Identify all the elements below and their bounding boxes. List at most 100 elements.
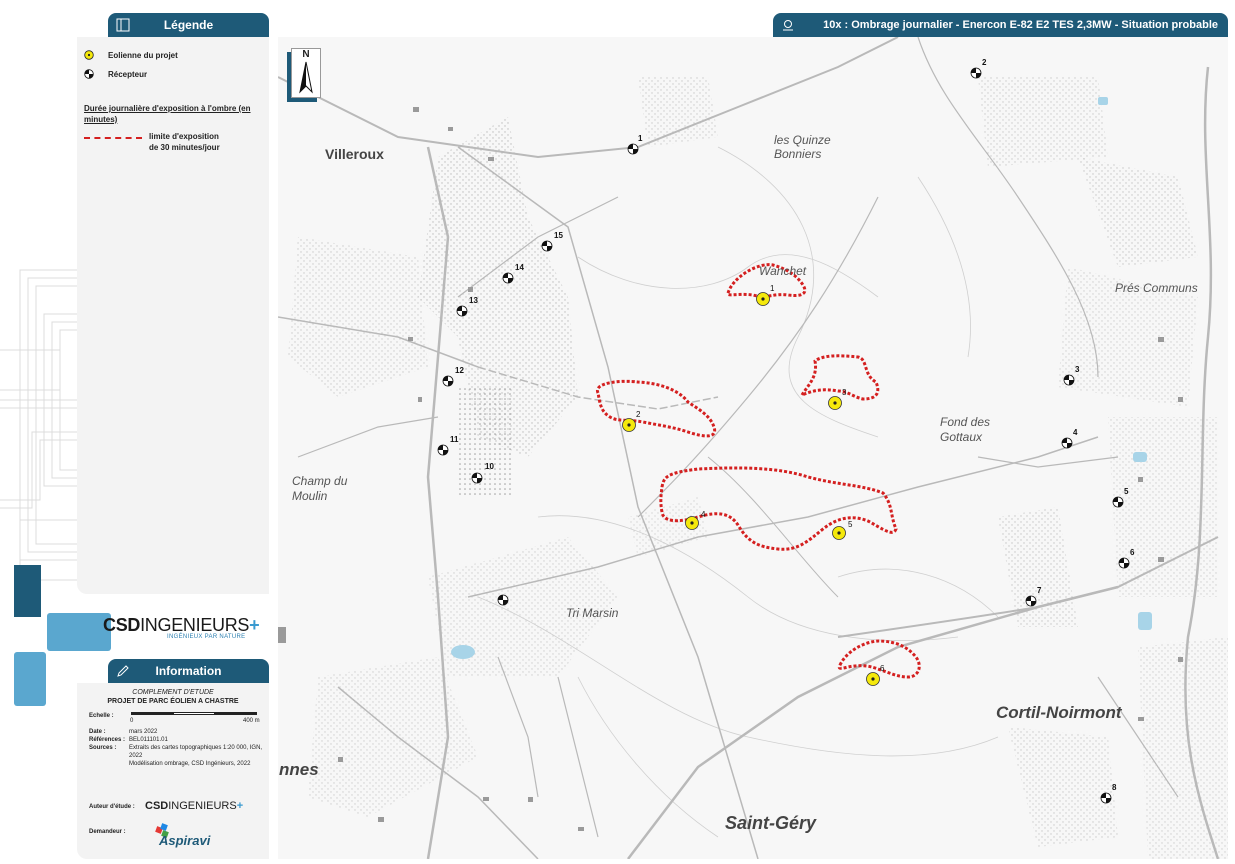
map-title: 10x : Ombrage journalier - Enercon E-82 …	[823, 19, 1218, 31]
info-study-type: COMPLEMENT D'ETUDE	[132, 689, 214, 696]
legend-limit-label-2: de 30 minutes/jour	[149, 143, 220, 152]
receptor-icon	[84, 69, 94, 79]
place-nnes: nnes	[279, 760, 319, 779]
place-wanchet: Wanchet	[759, 264, 807, 278]
scale-bar	[131, 712, 257, 716]
author-name-thin: INGENIEURS	[168, 800, 237, 812]
limit-zone-3	[798, 354, 880, 401]
info-panel: COMPLEMENT D'ETUDE PROJET DE PARC ÉOLIEN…	[77, 683, 269, 859]
info-header: Information	[108, 659, 269, 683]
info-sources-2: Modélisation ombrage, CSD Ingénieurs, 20…	[129, 761, 251, 767]
info-title: Information	[155, 664, 222, 678]
receptor-label-14: 14	[515, 263, 524, 272]
pencil-icon	[117, 665, 129, 677]
scale-max: 400 m	[243, 718, 260, 724]
decor-block-3	[14, 652, 46, 706]
receptor-label-8: 8	[1112, 783, 1117, 792]
company-plus: +	[249, 615, 260, 635]
receptor-2[interactable]: 2	[970, 58, 987, 79]
legend-turbine-label: Eolienne du projet	[108, 50, 178, 60]
info-scale-row: Echelle :	[89, 712, 129, 720]
author-logo: CSDINGENIEURS+	[145, 800, 243, 812]
info-sources-row: Sources : Extraits des cartes topographiq…	[89, 744, 269, 768]
receptor-1[interactable]: 1	[627, 134, 643, 155]
company-logo: CSDINGENIEURS+ INGÉNIEUX PAR NATURE	[103, 615, 260, 640]
legend-header: Légende	[108, 13, 269, 37]
receptor-label-3: 3	[1075, 365, 1080, 374]
place-villeroux: Villeroux	[325, 146, 384, 162]
turbine-icon	[84, 50, 94, 60]
map-svg: 1 2 3 4 5 6 1 2 3 4 5 6 7 8 10 11 12 13 …	[278, 37, 1228, 859]
receptor-label-4: 4	[1073, 428, 1078, 437]
receptor-label-13: 13	[469, 296, 478, 305]
place-quinze-2: Bonniers	[774, 147, 822, 161]
legend-receptor-label: Récepteur	[108, 69, 148, 79]
map-canvas[interactable]: 1 2 3 4 5 6 1 2 3 4 5 6 7 8 10 11 12 13 …	[278, 37, 1228, 859]
legend-limit-label-1: limite d'exposition	[149, 132, 219, 141]
turbine-label-5: 5	[848, 520, 853, 529]
legend-turbine: Eolienne du projet	[84, 50, 178, 60]
company-name-thin: INGENIEURS	[140, 615, 250, 635]
info-scale-label: Echelle :	[89, 713, 114, 719]
info-date-label: Date :	[89, 729, 106, 735]
info-ref-row: Références : BEL011101.01	[89, 736, 269, 744]
info-author-label: Auteur d'étude :	[89, 804, 135, 810]
legend-duration-title: Durée journalière d'exposition à l'ombre…	[84, 104, 251, 124]
place-fond-1: Fond des	[940, 415, 991, 429]
receptor-label-5: 5	[1124, 487, 1129, 496]
info-project: PROJET DE PARC ÉOLIEN A CHASTRE	[107, 698, 239, 705]
info-client-label: Demandeur :	[89, 829, 126, 835]
place-saint-gery: Saint-Géry	[725, 813, 817, 833]
north-label: N	[302, 49, 310, 60]
info-ref-label: Références :	[89, 737, 126, 743]
receptor-label-15: 15	[554, 231, 563, 240]
exposure-limits	[596, 263, 921, 679]
legend-limit-line	[84, 137, 142, 139]
decor-block-1	[14, 565, 41, 617]
info-sources-1: Extraits des cartes topographiques 1:20 …	[129, 745, 263, 759]
turbine-label-2: 2	[636, 410, 641, 419]
turbine-label-1: 1	[770, 284, 775, 293]
scale-min: 0	[130, 718, 134, 724]
location-icon	[783, 20, 793, 31]
place-pres-communs: Prés Communs	[1115, 281, 1198, 295]
receptor-9[interactable]	[497, 594, 509, 606]
turbine-label-3: 3	[842, 388, 847, 397]
legend-panel: Eolienne du projet Récepteur Durée journ…	[77, 37, 269, 594]
info-date: mars 2022	[129, 729, 158, 735]
map-header: 10x : Ombrage journalier - Enercon E-82 …	[773, 13, 1228, 37]
contour-lines	[477, 146, 999, 838]
client-logo: Aspiravi	[159, 833, 211, 848]
receptor-label-10: 10	[485, 462, 494, 471]
receptor-label-1: 1	[638, 134, 643, 143]
author-plus: +	[236, 800, 244, 812]
place-fond-2: Gottaux	[940, 430, 983, 444]
receptor-label-7: 7	[1037, 586, 1042, 595]
receptor-label-11: 11	[450, 435, 459, 444]
place-champ-1: Champ du	[292, 474, 348, 488]
receptor-label-12: 12	[455, 366, 464, 375]
place-champ-2: Moulin	[292, 489, 328, 503]
north-arrow: N	[291, 48, 321, 98]
legend-limit-label: limite d'exposition de 30 minutes/jour	[149, 131, 220, 153]
place-tri-marsin: Tri Marsin	[566, 606, 619, 620]
turbine-label-6: 6	[880, 664, 885, 673]
info-sources-label: Sources :	[89, 745, 117, 751]
receptor-label-2: 2	[982, 58, 987, 67]
decor-block-2	[47, 613, 111, 651]
turbine-label-4: 4	[701, 510, 706, 519]
info-date-row: Date : mars 2022	[89, 728, 269, 736]
turbine-5[interactable]: 5	[832, 520, 854, 540]
receptor-12[interactable]: 12	[442, 366, 464, 387]
info-ref: BEL011101.01	[129, 737, 168, 743]
receptor-11[interactable]: 11	[437, 435, 459, 456]
company-name-bold: CSD	[103, 615, 141, 635]
legend-receptor: Récepteur	[84, 69, 147, 79]
map-book-icon	[116, 18, 130, 32]
place-quinze-1: les Quinze	[774, 133, 831, 147]
receptor-label-6: 6	[1130, 548, 1135, 557]
turbine-1[interactable]: 1	[756, 284, 776, 306]
author-name-bold: CSD	[145, 800, 169, 812]
legend-title: Légende	[163, 18, 214, 32]
place-cortil-noirmont: Cortil-Noirmont	[996, 703, 1122, 722]
